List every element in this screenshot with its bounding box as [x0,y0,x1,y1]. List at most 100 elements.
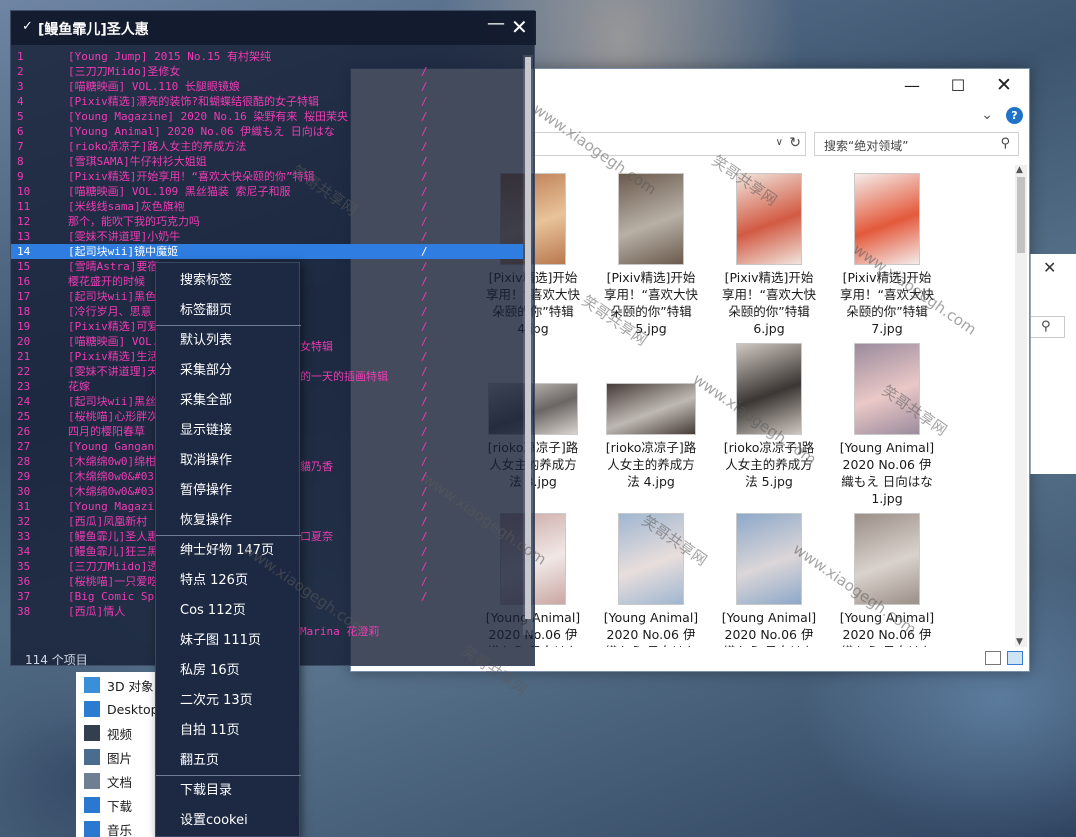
row-number: 34 [17,545,31,558]
close-icon[interactable]: ✕ [1043,258,1056,277]
nav-label: 视频 [107,726,133,742]
address-bar[interactable]: ∨ ↻ [531,132,806,156]
navigation-pane: 3D 对象 Desktop 视频图片 文档 下载音乐 [76,672,159,837]
row-number: 1 [17,50,24,63]
file-name-line: [rioko凉凉子]路 [605,440,697,455]
large-icons-view-icon[interactable] [1007,651,1023,665]
menu-item[interactable]: 取消操作 [180,450,232,472]
nav-item[interactable]: 视频 [84,722,132,744]
scroll-down-icon[interactable]: ▼ [1016,637,1023,647]
list-item[interactable]: 6 [Young Animal] 2020 No.06 伊織もえ 日向はな / [11,124,523,139]
file-tile[interactable]: [Pixiv精选]开始 享用！“喜欢大快 朵颐的你”特辑 5.jpg [592,173,710,337]
close-button[interactable]: ✕ [981,69,1027,101]
menu-item[interactable]: 私房 16页 [180,660,240,682]
list-item[interactable]: 7 [rioko凉凉子]路人女主的养成方法 / [11,139,523,154]
list-item[interactable]: 8 [雪琪SAMA]牛仔衬衫大姐姐 / [11,154,523,169]
list-item[interactable]: 5 [Young Magazine] 2020 No.16 染野有来 桜田茉央 / [11,109,523,124]
nav-item[interactable]: 文档 [84,770,132,792]
menu-item[interactable]: 妹子图 111页 [180,630,261,652]
file-name-line: [Young Animal] [721,610,817,625]
menu-item[interactable]: 二次元 13页 [180,690,253,712]
list-item[interactable]: 12 那个，能吹下我的巧克力吗 / [11,214,523,229]
file-tile[interactable]: [Young Animal]2020 No.06 伊織もえ 日向はな [592,513,710,647]
list-item[interactable]: 2 [三刀刀Miido]圣修女 / [11,64,523,79]
row-mark: / [421,170,428,183]
row-number: 5 [17,110,24,123]
help-icon[interactable]: ? [1006,107,1023,124]
second-explorer-window: ✕ ⚲ [1030,254,1076,474]
list-item[interactable]: 10 [喵糖映画] VOL.109 黑丝猫装 索尼子和服 / [11,184,523,199]
chevron-down-icon[interactable]: ⌄ [981,107,993,123]
menu-item[interactable]: 采集全部 [180,390,232,412]
row-title: [Young Magazine] 2020 No.16 染野有来 桜田茉央 [68,110,349,123]
menu-item[interactable]: 绅士好物 147页 [180,540,274,562]
row-number: 19 [17,320,31,333]
file-name-line: 享用！“喜欢大快 [840,287,934,302]
scroll-up-icon[interactable]: ▲ [1016,165,1023,175]
menu-item[interactable]: 设置cookei [180,810,248,832]
nav-item[interactable]: 图片 [84,746,132,768]
search-input[interactable]: 搜索“绝对领域” ⚲ [814,132,1019,156]
nav-item[interactable]: Desktop [84,698,159,720]
row-number: 24 [17,395,31,408]
row-title: [Pixiv精选]漂亮的装饰?和蝴蝶结很酷的女子特辑 [68,95,319,108]
scrollbar-thumb[interactable] [1017,177,1025,253]
list-item[interactable]: 14 [起司块wii]镜中魔姬 / [11,244,523,259]
scrollbar-thumb[interactable] [525,57,531,619]
nav-label: 3D 对象 [107,678,154,694]
details-view-icon[interactable] [985,651,1001,665]
menu-item[interactable]: Cos 112页 [180,600,246,622]
menu-item[interactable]: 翻五页 [180,750,219,772]
row-fragment: 女特辑 [300,340,333,353]
file-name-line: 朵颐的你”特辑 [846,304,928,319]
row-number: 4 [17,95,24,108]
panel-titlebar: ✓ [鳗鱼霏儿]圣人惠 — ✕ [11,11,536,45]
menu-item[interactable]: 标签翻页 [180,300,232,322]
file-name: [Young Animal] 2020 No.06 伊織もえ 日向はな 1.jpg [828,439,946,507]
list-item[interactable]: 4 [Pixiv精选]漂亮的装饰?和蝴蝶结很酷的女子特辑 / [11,94,523,109]
vertical-scrollbar[interactable]: ▲ ▼ [1015,165,1027,647]
menu-item[interactable]: 恢复操作 [180,510,232,532]
list-item[interactable]: 13 [雯妹不讲道理]小奶牛 / [11,229,523,244]
file-tile[interactable]: [Pixiv精选]开始 享用！“喜欢大快 朵颐的你”特辑 6.jpg [710,173,828,337]
file-tile[interactable]: [rioko凉凉子]路 人女主的养成方法 5.jpg [710,343,828,490]
row-mark: / [421,245,428,258]
menu-item[interactable]: 自拍 11页 [180,720,240,742]
file-name: [rioko凉凉子]路 人女主的养成方法 5.jpg [710,439,828,490]
list-item[interactable]: 9 [Pixiv精选]开始享用！“喜欢大快朵颐的你”特辑 / [11,169,523,184]
nav-label: Desktop [107,701,159,717]
list-item[interactable]: 3 [喵糖映画] VOL.110 长腿眼镜娘 / [11,79,523,94]
list-item[interactable]: 1 [Young Jump] 2015 No.15 有村架纯 [11,49,523,64]
nav-item[interactable]: 音乐 [84,818,132,837]
refresh-icon[interactable]: ↻ [789,135,801,151]
minimize-button[interactable]: — [889,69,935,101]
search-input[interactable]: ⚲ [1031,316,1065,338]
menu-item[interactable]: 搜索标签 [180,270,232,292]
row-number: 29 [17,470,31,483]
file-tile[interactable]: [Young Animal]2020 No.06 伊織もえ 日向はな [710,513,828,647]
menu-item[interactable]: 特点 126页 [180,570,248,592]
file-tile[interactable]: [Pixiv精选]开始 享用！“喜欢大快 朵颐的你”特辑 7.jpg [828,173,946,337]
list-scrollbar[interactable] [523,55,533,635]
search-placeholder: 搜索“绝对领域” [824,139,909,153]
close-button[interactable]: ✕ [511,15,528,39]
menu-item[interactable]: 采集部分 [180,360,232,382]
chevron-down-icon[interactable]: ∨ [776,137,783,148]
nav-item[interactable]: 下载 [84,794,132,816]
file-tile[interactable]: [Young Animal] 2020 No.06 伊織もえ 日向はな 1.jpg [828,343,946,507]
menu-item[interactable]: 下载目录 [180,780,232,802]
maximize-button[interactable]: ☐ [935,69,981,101]
row-title: [起司块wii]镜中魔姬 [68,245,179,258]
list-item[interactable]: 11 [米线线sama]灰色旗袍 / [11,199,523,214]
image-thumbnail [736,173,802,265]
file-name: [rioko凉凉子]路 人女主的养成方法 4.jpg [592,439,710,490]
file-tile[interactable]: [rioko凉凉子]路 人女主的养成方法 4.jpg [592,383,710,490]
file-tile[interactable]: [Young Animal]2020 No.06 伊織もえ 日向はな [828,513,946,647]
menu-item[interactable]: 显示链接 [180,420,232,442]
nav-item[interactable]: 3D 对象 [84,674,154,696]
menu-item[interactable]: 暂停操作 [180,480,232,502]
row-number: 3 [17,80,24,93]
image-thumbnail [854,173,920,265]
menu-item[interactable]: 默认列表 [180,330,232,352]
minimize-button[interactable]: — [487,13,505,34]
